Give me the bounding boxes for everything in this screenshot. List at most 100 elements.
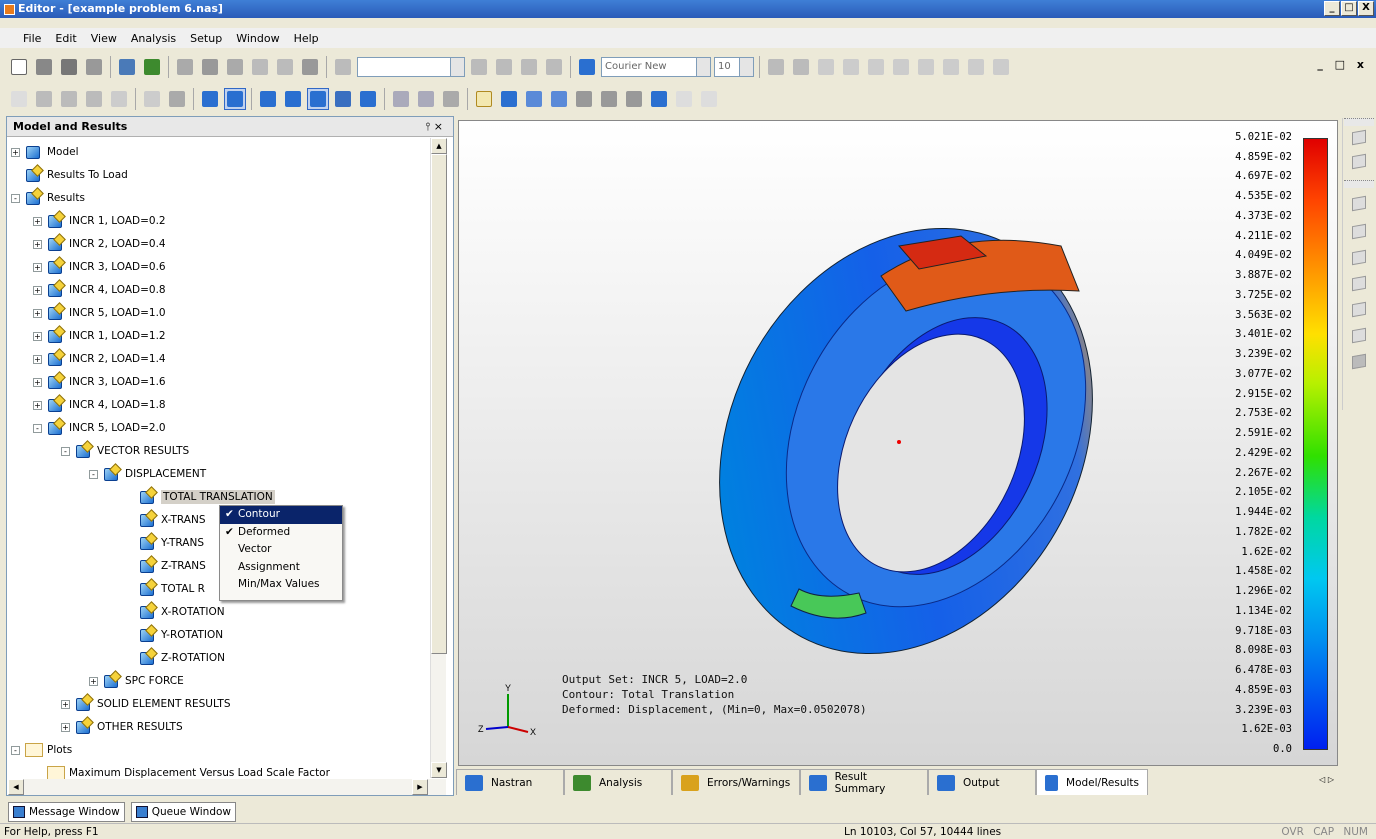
epsilon-icon[interactable] [815, 56, 837, 78]
results-settings-icon[interactable] [357, 88, 379, 110]
tree-item[interactable]: - Plots [11, 739, 72, 761]
ruler-icon[interactable] [440, 88, 462, 110]
menu-edit[interactable]: Edit [48, 32, 83, 45]
tree-expander-icon[interactable]: + [33, 262, 42, 272]
undo-icon[interactable] [249, 56, 271, 78]
card-icon[interactable] [765, 56, 787, 78]
find-icon[interactable] [299, 56, 321, 78]
context-menu-item[interactable]: Assignment [220, 559, 342, 577]
tree-item[interactable]: Results To Load [11, 164, 128, 186]
menu-window[interactable]: Window [229, 32, 286, 45]
next-bookmark-icon[interactable] [493, 56, 515, 78]
tree-item[interactable]: + SPC FORCE [89, 670, 184, 692]
font-size-combo[interactable]: 10 [714, 57, 754, 77]
menu-file[interactable]: File [16, 32, 48, 45]
tree-expander-icon[interactable]: + [33, 400, 42, 410]
step-down-icon[interactable] [598, 88, 620, 110]
graph-icon[interactable] [390, 88, 412, 110]
open-icon[interactable] [33, 56, 55, 78]
view-iso-icon[interactable] [1349, 128, 1369, 148]
tree-item[interactable]: + INCR 3, LOAD=0.6 [33, 256, 166, 278]
context-menu-item[interactable]: Vector [220, 541, 342, 559]
find-combo[interactable] [357, 57, 465, 77]
scroll-left-button[interactable]: ◀ [8, 779, 24, 795]
tree-expander-icon[interactable]: + [33, 239, 42, 249]
tree-expander-icon[interactable]: - [61, 446, 70, 456]
close-button[interactable]: X [1358, 1, 1374, 16]
redo-icon[interactable] [274, 56, 296, 78]
tree-expander-icon[interactable]: + [33, 285, 42, 295]
arrow-right-icon[interactable] [548, 88, 570, 110]
columns-icon[interactable] [576, 56, 598, 78]
tree-expander-icon[interactable]: + [61, 699, 70, 709]
font-name-combo[interactable]: Courier New [601, 57, 711, 77]
new-file-icon[interactable] [8, 56, 30, 78]
message-window-tab[interactable]: Message Window [8, 802, 125, 822]
tree-expander-icon[interactable]: + [33, 308, 42, 318]
tree-item[interactable]: + INCR 2, LOAD=1.4 [33, 348, 166, 370]
tab-output[interactable]: Output [928, 769, 1036, 795]
tree-expander-icon[interactable]: - [89, 469, 98, 479]
view-solid-icon[interactable] [1349, 352, 1369, 372]
context-menu-item[interactable]: ✔ Contour [220, 506, 342, 524]
stress-icon[interactable] [915, 56, 937, 78]
tools-icon[interactable] [648, 88, 670, 110]
context-menu-item[interactable]: Min/Max Values [220, 576, 342, 594]
tree-item[interactable]: TOTAL R [125, 578, 205, 600]
strain-icon[interactable] [940, 56, 962, 78]
settings-icon[interactable] [990, 56, 1012, 78]
tree-expander-icon[interactable]: + [89, 676, 98, 686]
model-info-icon[interactable] [141, 56, 163, 78]
view-back-icon[interactable] [1349, 222, 1369, 242]
force-icon[interactable] [840, 56, 862, 78]
tree-vertical-scrollbar[interactable]: ▲ ▼ [430, 138, 447, 778]
scroll-right-button[interactable]: ▶ [412, 779, 428, 795]
plot-settings-icon[interactable] [498, 88, 520, 110]
tab-nastran[interactable]: Nastran [456, 769, 564, 795]
queue-window-tab[interactable]: Queue Window [130, 802, 236, 822]
tab-model-results[interactable]: Model/Results [1036, 769, 1148, 795]
tree-item[interactable]: + INCR 4, LOAD=0.8 [33, 279, 166, 301]
menu-help[interactable]: Help [287, 32, 326, 45]
tree-item[interactable]: X-TRANS [125, 509, 205, 531]
tree-expander-icon[interactable]: + [33, 331, 42, 341]
save-icon[interactable] [58, 56, 80, 78]
tree-expander-icon[interactable]: + [61, 722, 70, 732]
tab-analysis[interactable]: Analysis [564, 769, 672, 795]
tree-item[interactable]: + SOLID ELEMENT RESULTS [61, 693, 230, 715]
menu-view[interactable]: View [84, 32, 124, 45]
tab-errors-warnings[interactable]: Errors/Warnings [672, 769, 800, 795]
toolbar-grip[interactable] [1344, 118, 1374, 126]
find-text-icon[interactable] [332, 56, 354, 78]
tree-horizontal-scrollbar[interactable]: ◀ ▶ [8, 779, 446, 795]
minimize-button[interactable]: _ [1324, 1, 1340, 16]
sum-grid-icon[interactable] [673, 88, 695, 110]
tree-expander-icon[interactable]: - [11, 193, 20, 203]
sum-icon[interactable] [865, 56, 887, 78]
print-preview-icon[interactable] [83, 56, 105, 78]
xy-plot-icon[interactable] [473, 88, 495, 110]
view-bottom-icon[interactable] [1349, 326, 1369, 346]
pan-icon[interactable] [83, 88, 105, 110]
tree-item[interactable]: + INCR 2, LOAD=0.4 [33, 233, 166, 255]
tree-item[interactable]: + INCR 3, LOAD=1.6 [33, 371, 166, 393]
clear-bookmarks-icon[interactable] [543, 56, 565, 78]
context-menu-item[interactable]: ✔ Deformed [220, 524, 342, 542]
prev-bookmark-icon[interactable] [518, 56, 540, 78]
tree-expander-icon[interactable]: + [33, 216, 42, 226]
tree-item[interactable]: + INCR 1, LOAD=0.2 [33, 210, 166, 232]
cut-icon[interactable] [174, 56, 196, 78]
copy-icon[interactable] [199, 56, 221, 78]
tree-item[interactable]: Y-ROTATION [125, 624, 223, 646]
mdi-controls[interactable]: _ □ x [1317, 58, 1368, 71]
tab-scroll-arrows[interactable]: ◁ ▷ [1319, 775, 1334, 784]
panel-pin-close[interactable]: ⫯ × [426, 117, 444, 137]
tree-item[interactable]: + INCR 4, LOAD=1.8 [33, 394, 166, 416]
view-front-icon[interactable] [1349, 194, 1369, 214]
scroll-down-button[interactable]: ▼ [431, 762, 447, 778]
animate-icon[interactable] [282, 88, 304, 110]
tree-item[interactable]: + OTHER RESULTS [61, 716, 183, 738]
arrow-left-icon[interactable] [523, 88, 545, 110]
tree-expander-icon[interactable]: + [33, 354, 42, 364]
tree-item[interactable]: + Model [11, 141, 79, 163]
